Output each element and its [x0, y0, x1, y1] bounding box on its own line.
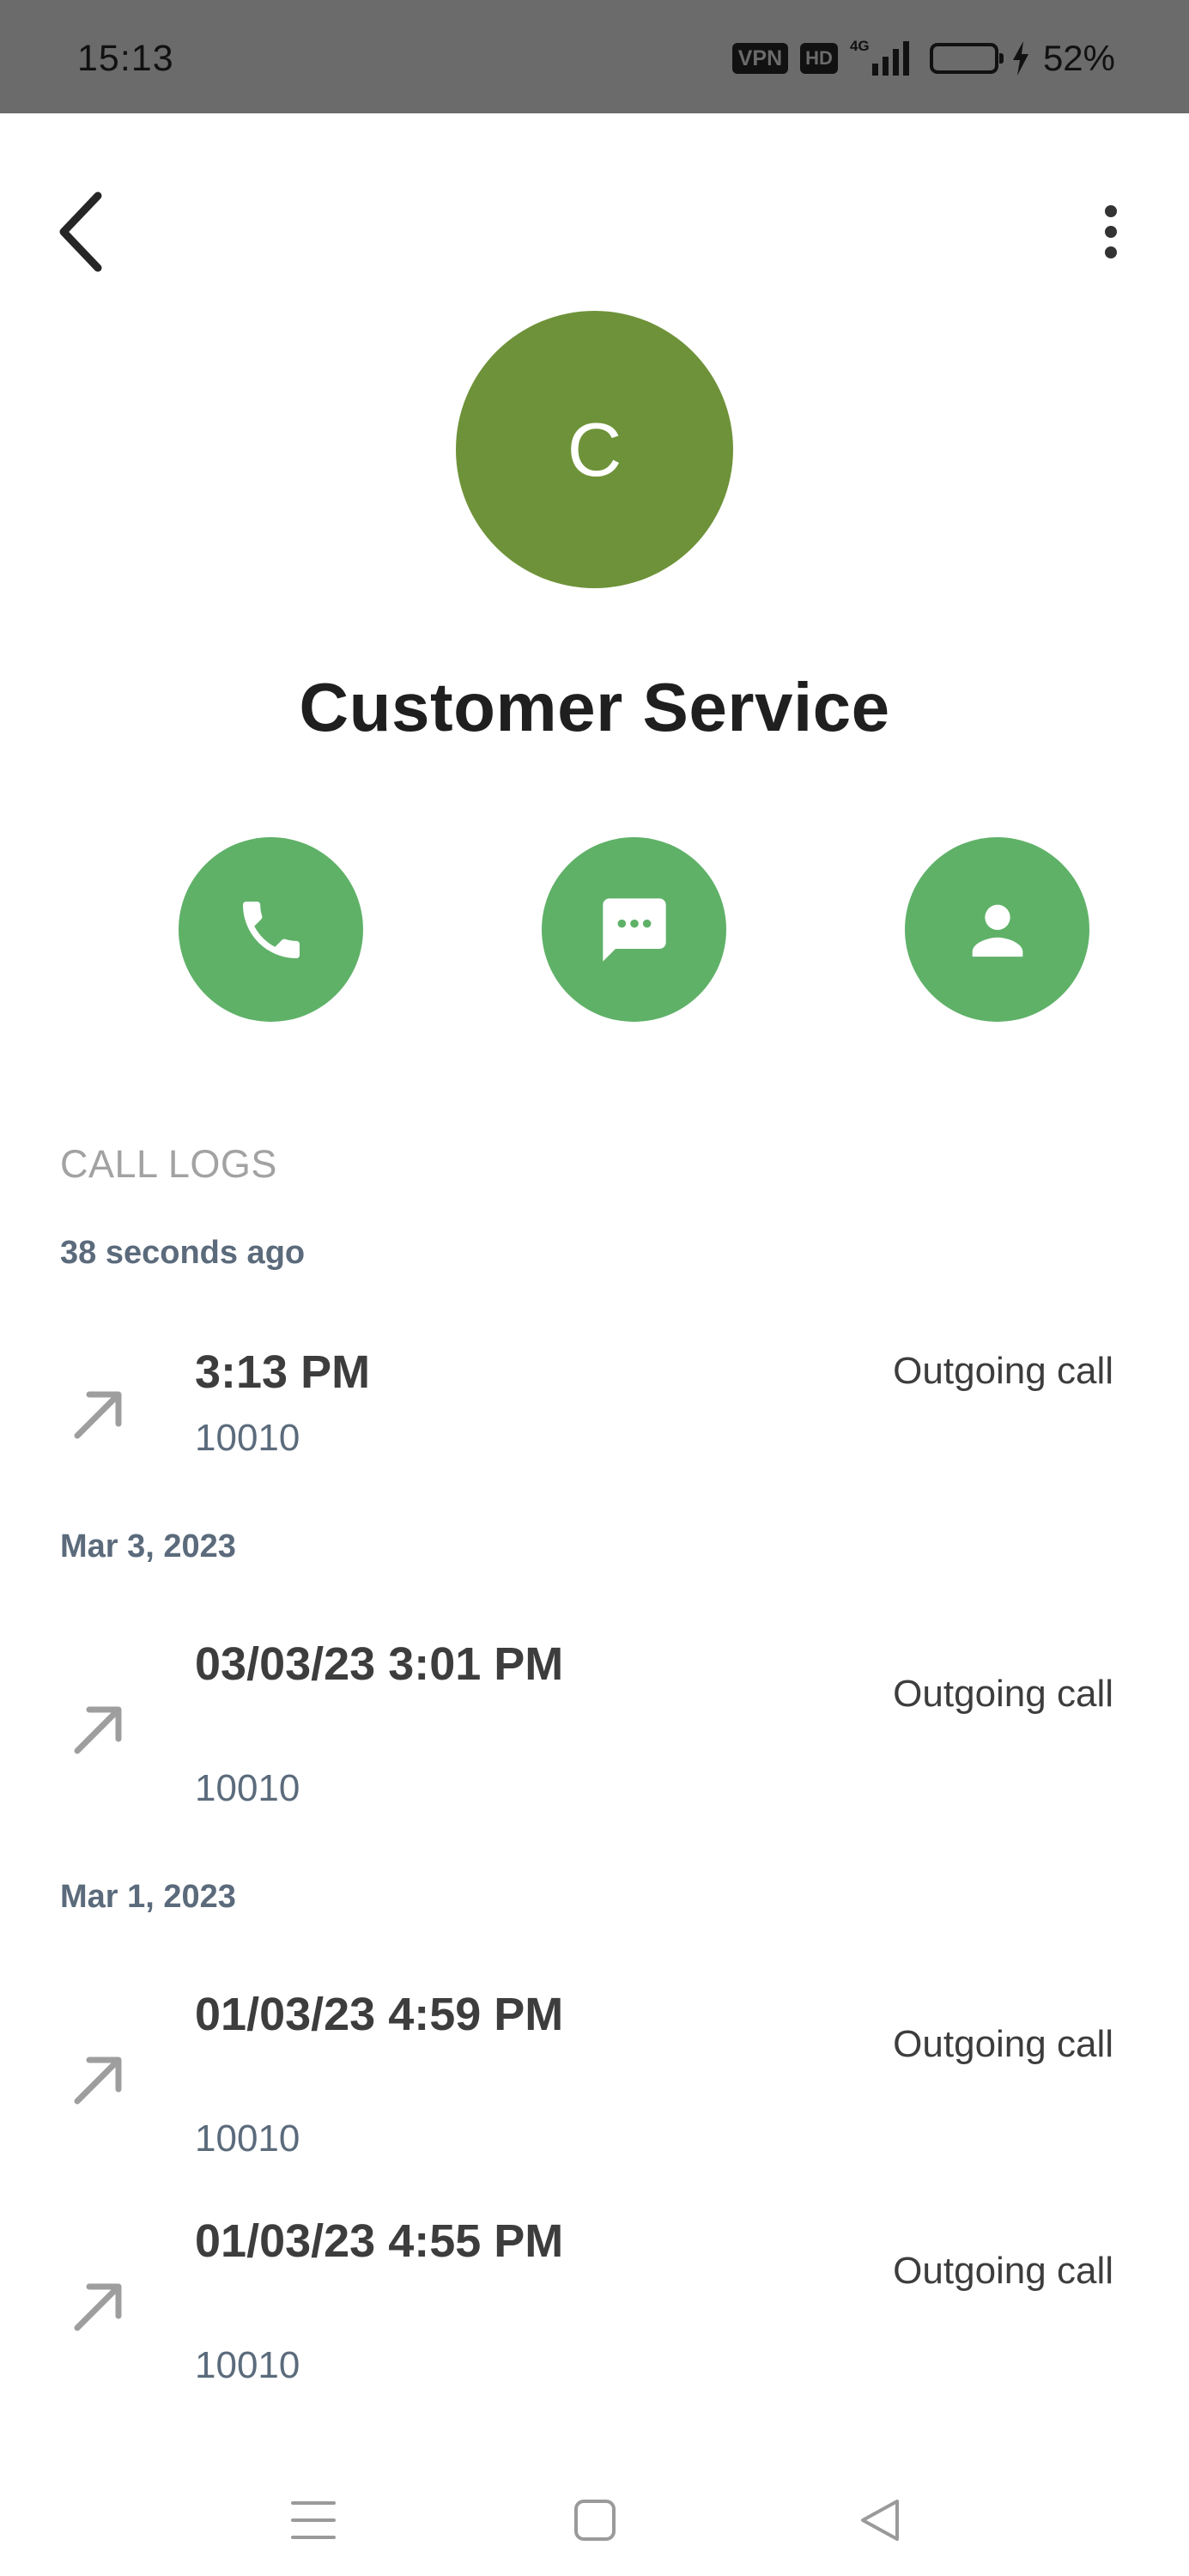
call-type: Outgoing call — [893, 2250, 1113, 2292]
call-time: 3:13 PM — [195, 1346, 371, 1398]
outgoing-call-arrow-icon — [74, 2283, 122, 2331]
battery-icon — [929, 43, 1004, 74]
back-arrow-icon — [59, 191, 102, 272]
home-button[interactable] — [565, 2490, 625, 2550]
outgoing-call-arrow-icon — [74, 2057, 122, 2105]
call-log-item[interactable]: 03/03/23 3:01 PM 10010 Outgoing call — [0, 1614, 1189, 1829]
call-time: 03/03/23 3:01 PM — [195, 1638, 564, 1690]
more-options-button[interactable] — [1083, 194, 1138, 270]
status-icons: VPN HD 4G 52% — [731, 36, 1115, 81]
call-log-item[interactable]: 01/03/23 4:59 PM 10010 Outgoing call — [0, 1965, 1189, 2179]
call-time: 01/03/23 4:55 PM — [195, 2215, 564, 2267]
call-number: 10010 — [195, 2344, 300, 2386]
menu-icon — [291, 2501, 336, 2539]
status-time: 15:13 — [77, 38, 174, 79]
call-number: 10010 — [195, 1767, 300, 1809]
back-button[interactable] — [48, 187, 113, 276]
charging-icon — [1012, 41, 1028, 76]
more-vert-icon-dot — [1105, 226, 1117, 238]
message-button[interactable] — [542, 837, 726, 1022]
call-type: Outgoing call — [893, 1673, 1113, 1715]
call-time: 01/03/23 4:59 PM — [195, 1989, 564, 2040]
message-icon — [602, 897, 666, 962]
call-button[interactable] — [179, 837, 363, 1022]
contact-button[interactable] — [905, 837, 1089, 1022]
back-triangle-icon — [861, 2500, 899, 2541]
navigation-bar — [0, 2456, 1189, 2576]
more-vert-icon-dot — [1105, 246, 1117, 258]
call-log-item[interactable]: 01/03/23 4:55 PM 10010 Outgoing call — [0, 2191, 1189, 2406]
signal-icon: 4G — [849, 38, 909, 76]
call-logs-title: CALL LOGS — [60, 1142, 277, 1186]
call-type: Outgoing call — [893, 1350, 1113, 1392]
hd-icon: HD — [800, 43, 838, 74]
phone-icon — [242, 901, 300, 958]
date-header: 38 seconds ago — [60, 1235, 306, 1271]
status-bar: 15:13 VPN HD 4G 52% — [0, 0, 1189, 113]
battery-percent: 52% — [1042, 38, 1115, 78]
outgoing-call-arrow-icon — [74, 1706, 122, 1754]
outgoing-call-arrow-icon — [74, 1391, 122, 1439]
date-header: Mar 3, 2023 — [60, 1528, 236, 1564]
date-header: Mar 1, 2023 — [60, 1879, 236, 1915]
person-icon — [972, 904, 1022, 957]
call-log-item[interactable]: 3:13 PM 10010 Outgoing call — [0, 1305, 1189, 1477]
recents-button[interactable] — [283, 2490, 343, 2550]
avatar-initial: C — [567, 406, 622, 492]
system-back-button[interactable] — [850, 2490, 910, 2550]
call-number: 10010 — [195, 1417, 300, 1459]
contact-name: Customer Service — [299, 669, 890, 745]
vpn-icon: VPN — [731, 43, 789, 74]
home-square-icon — [574, 2500, 616, 2541]
call-type: Outgoing call — [893, 2023, 1113, 2065]
call-number: 10010 — [195, 2117, 300, 2160]
avatar: C — [456, 311, 733, 588]
network-type-label: 4G — [849, 38, 870, 54]
more-vert-icon — [1105, 205, 1117, 217]
